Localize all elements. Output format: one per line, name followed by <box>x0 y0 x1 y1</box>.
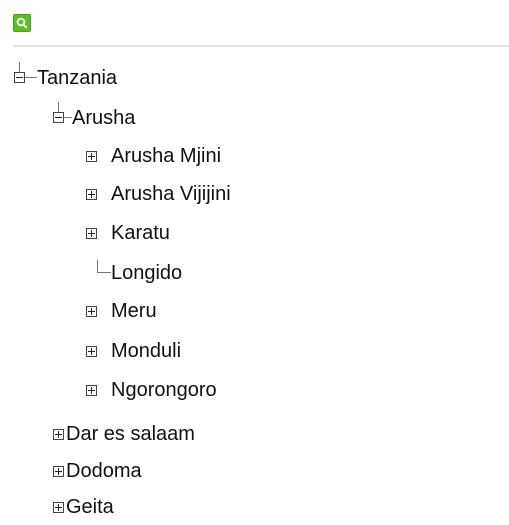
tree-node-label[interactable]: Meru <box>111 299 157 323</box>
tree-node-label[interactable]: Karatu <box>111 221 170 245</box>
tree-node-label[interactable]: Ngorongoro <box>111 378 217 402</box>
tree-node-dar-es-salaam[interactable]: Dar es salaam <box>0 414 300 452</box>
tree-node-label[interactable]: Arusha <box>72 106 135 130</box>
tree-node-label[interactable]: Geita <box>66 495 114 519</box>
tree-node-label[interactable]: Dodoma <box>66 459 142 483</box>
tree-node-meru[interactable]: Meru <box>0 291 300 329</box>
expand-toggle-icon[interactable] <box>86 189 97 200</box>
expand-toggle-icon[interactable] <box>53 429 64 440</box>
expand-toggle-icon[interactable] <box>86 151 97 162</box>
tree-node-karatu[interactable]: Karatu <box>0 213 300 251</box>
collapse-toggle-icon[interactable] <box>53 112 64 123</box>
expand-toggle-icon[interactable] <box>86 346 97 357</box>
collapse-toggle-icon[interactable] <box>14 72 25 83</box>
tree-node-label[interactable]: Arusha Mjini <box>111 144 221 168</box>
tree-node-monduli[interactable]: Monduli <box>0 331 300 369</box>
tree-node-dodoma[interactable]: Dodoma <box>0 451 300 489</box>
tree-view: Tanzania Arusha Arusha Mjini Arusha Viji… <box>0 0 509 524</box>
tree-node-geita[interactable]: Geita <box>0 487 300 525</box>
tree-node-label[interactable]: Dar es salaam <box>66 422 195 446</box>
tree-node-arusha[interactable]: Arusha <box>0 98 200 136</box>
tree-node-label[interactable]: Arusha Vijijini <box>111 182 231 206</box>
tree-node-label[interactable]: Longido <box>111 261 182 285</box>
tree-node-arusha-mjini[interactable]: Arusha Mjini <box>0 136 300 174</box>
expand-toggle-icon[interactable] <box>86 228 97 239</box>
expand-toggle-icon[interactable] <box>53 466 64 477</box>
expand-toggle-icon[interactable] <box>86 306 97 317</box>
tree-node-label[interactable]: Monduli <box>111 339 181 363</box>
tree-node-tanzania[interactable]: Tanzania <box>0 58 200 96</box>
tree-node-arusha-vijijini[interactable]: Arusha Vijijini <box>0 174 300 212</box>
expand-toggle-icon[interactable] <box>86 385 97 396</box>
tree-node-ngorongoro[interactable]: Ngorongoro <box>0 370 300 408</box>
tree-node-label[interactable]: Tanzania <box>37 66 117 90</box>
expand-toggle-icon[interactable] <box>53 502 64 513</box>
tree-node-longido[interactable]: Longido <box>0 253 300 291</box>
